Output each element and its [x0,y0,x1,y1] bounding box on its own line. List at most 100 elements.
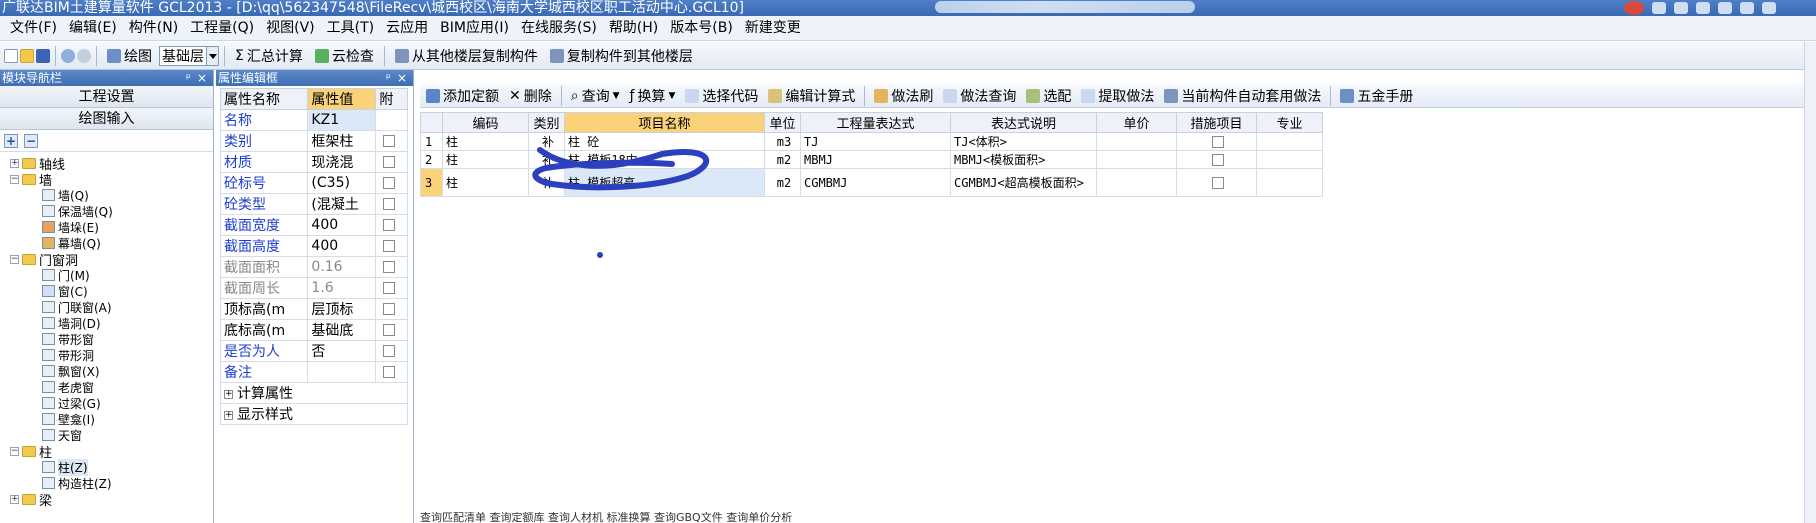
copy-from-floor-button[interactable]: 从其他楼层复制构件 [390,44,543,68]
col-code[interactable]: 编码 [442,112,529,133]
attach-checkbox[interactable] [383,303,396,315]
attach-checkbox[interactable] [383,198,396,210]
select-code-button[interactable]: 选择代码 [681,85,762,107]
cell-type[interactable]: 补 [528,132,565,151]
col-prop-attach[interactable]: 附 [375,88,408,110]
menu-tools[interactable]: 工具(T) [321,16,380,41]
auto-apply-button[interactable]: 当前构件自动套用做法 [1160,85,1325,107]
attach-checkbox[interactable] [383,324,396,336]
attach-checkbox[interactable] [383,261,396,273]
attach-checkbox[interactable] [383,366,396,378]
add-quota-button[interactable]: 添加定额 [422,85,503,107]
measure-checkbox[interactable] [1212,177,1224,189]
cell-expression[interactable]: CGMBMJ [800,168,951,197]
cell-unit[interactable]: m2 [764,168,801,197]
tree-node-wall[interactable]: − 墙 [0,171,213,189]
cell-unit[interactable]: m3 [764,132,801,151]
menu-new-change[interactable]: 新建变更 [739,16,807,41]
query-button[interactable]: ⌕ 查询 ▼ [567,85,624,107]
property-value[interactable]: 0.16 [307,256,377,278]
col-item-name[interactable]: 项目名称 [564,112,765,133]
property-value[interactable]: 1.6 [307,277,377,299]
redo-icon[interactable] [77,48,91,63]
collapse-icon[interactable]: − [10,254,19,264]
close-icon[interactable]: × [397,70,407,86]
cell-type[interactable]: 补 [528,168,565,197]
cell-discipline[interactable] [1256,132,1323,151]
right-scrollbar[interactable] [1804,42,1816,523]
property-row[interactable]: 备注 [219,361,408,383]
attach-checkbox[interactable] [383,156,396,168]
property-row[interactable]: 砼类型 (混凝土 [219,193,408,215]
tree-node-axis[interactable]: + 轴线 [0,155,213,173]
col-type[interactable]: 类别 [528,112,565,133]
menu-quantity[interactable]: 工程量(Q) [184,16,260,41]
draw-button[interactable]: 绘图 [102,44,157,68]
menu-component[interactable]: 构件(N) [123,16,184,41]
cell-expression[interactable]: MBMJ [800,150,951,169]
tree-item[interactable]: 壁龛(I) [0,411,213,427]
tree-item[interactable]: 老虎窗 [0,379,213,395]
method-query-button[interactable]: 做法查询 [939,85,1020,107]
group-display-style[interactable]: + 显示样式 [220,403,408,425]
expand-icon[interactable]: + [10,158,19,168]
cell-code[interactable]: 柱 [442,168,529,197]
tree-item[interactable]: 过梁(G) [0,395,213,411]
row-number[interactable]: 2 [420,150,443,169]
cell-item-name[interactable]: 柱 模板18内 [564,150,765,169]
property-value[interactable]: 否 [307,340,377,362]
chevron-down-icon[interactable] [206,46,218,65]
cell-expression-desc[interactable]: TJ<体积> [950,132,1097,151]
property-row[interactable]: 截面高度 400 [219,235,408,257]
tree-item[interactable]: 带形洞 [0,347,213,363]
attach-checkbox[interactable] [383,345,396,357]
copy-to-floor-button[interactable]: 复制构件到其他楼层 [545,44,698,68]
col-prop-value[interactable]: 属性值 [307,88,377,110]
tray-icon[interactable] [1718,2,1732,14]
replace-button[interactable]: ƒ 换算 ▼ [626,85,680,107]
cell-type[interactable]: 补 [528,150,565,169]
delete-button[interactable]: ✕ 删除 [505,85,556,107]
menu-help[interactable]: 帮助(H) [603,16,664,41]
menu-cloud[interactable]: 云应用 [380,16,434,41]
cell-unit[interactable]: m2 [764,150,801,169]
property-row[interactable]: 截面面积 0.16 [219,256,408,278]
property-row[interactable]: 是否为人否 [219,340,408,362]
expand-all-icon[interactable]: + [4,133,18,148]
property-row[interactable]: 截面周长 1.6 [219,277,408,299]
tray-icon[interactable] [1674,2,1688,14]
tree-item[interactable]: 墙洞(D) [0,315,213,331]
measure-checkbox[interactable] [1212,136,1224,148]
property-value[interactable]: 基础底 [307,319,377,341]
tree-node-beam[interactable]: + 梁 [0,491,213,509]
cell-unit-price[interactable] [1096,150,1177,169]
collapse-all-icon[interactable]: − [24,133,38,148]
attach-checkbox[interactable] [383,135,396,147]
floor-select[interactable]: 基础层 [159,45,219,66]
method-brush-button[interactable]: 做法刷 [870,85,937,107]
cell-item-name[interactable]: 柱 砼 [564,132,765,151]
col-measure-item[interactable]: 措施项目 [1176,112,1257,133]
group-calc-props[interactable]: + 计算属性 [220,382,408,404]
col-expression[interactable]: 工程量表达式 [800,112,951,133]
property-value[interactable]: 400 [307,235,377,257]
cell-unit-price[interactable] [1096,168,1177,197]
hardware-manual-button[interactable]: 五金手册 [1336,85,1417,107]
property-row[interactable]: 顶标高(m 层顶标 [219,298,408,320]
attach-checkbox[interactable] [383,282,396,294]
tray-icon[interactable] [1652,2,1666,14]
save-icon[interactable] [36,48,50,63]
menu-online[interactable]: 在线服务(S) [515,16,603,41]
tree-item[interactable]: 门联窗(A) [0,299,213,315]
settings-icon[interactable] [1762,2,1776,14]
cell-code[interactable]: 柱 [442,132,529,151]
col-expression-desc[interactable]: 表达式说明 [950,112,1097,133]
tree-node-column[interactable]: − 柱 [0,443,213,461]
pick-button[interactable]: 选配 [1022,85,1075,107]
menu-file[interactable]: 文件(F) [4,16,63,41]
expand-icon[interactable]: + [224,410,233,420]
grid-row[interactable]: 2柱补柱 模板18内 m2 MBMJ MBMJ<模板面积> [420,150,1323,169]
expand-icon[interactable]: + [10,494,19,504]
cell-discipline[interactable] [1256,150,1323,169]
property-row[interactable]: 材质 现浇混 [219,151,408,173]
